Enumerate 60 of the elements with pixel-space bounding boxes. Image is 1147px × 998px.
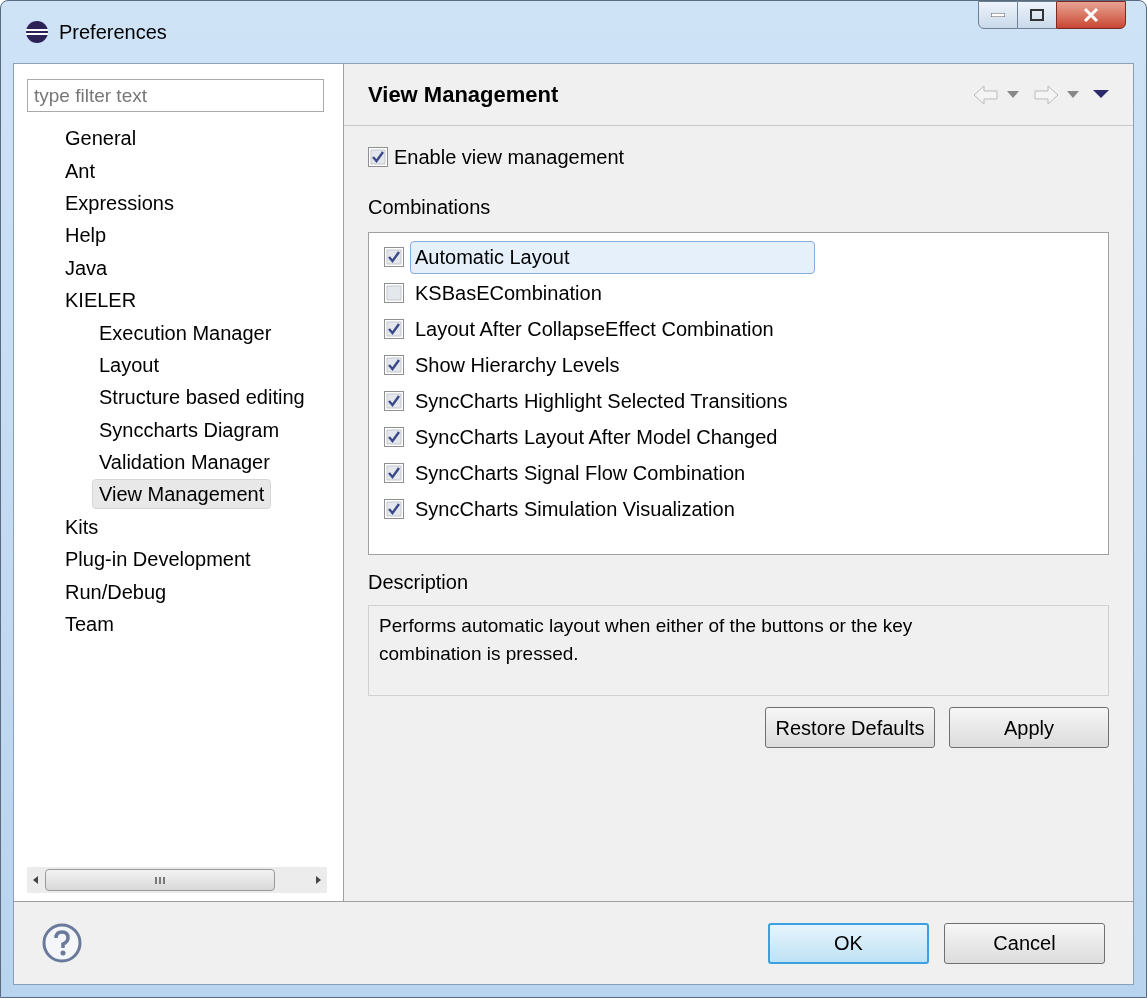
- horizontal-scrollbar[interactable]: [27, 867, 327, 893]
- tree-item[interactable]: Expressions: [64, 187, 175, 218]
- grip-icon: [155, 875, 165, 885]
- dropdown-icon[interactable]: [1067, 90, 1079, 99]
- combination-item[interactable]: Layout After CollapseEffect Combination: [410, 314, 779, 344]
- close-button[interactable]: [1056, 1, 1126, 29]
- dropdown-icon[interactable]: [1007, 90, 1019, 99]
- minimize-icon: [991, 13, 1005, 17]
- minimize-button[interactable]: [978, 1, 1018, 29]
- page-title: View Management: [368, 81, 560, 109]
- tree-item[interactable]: Layout: [98, 349, 161, 380]
- tree-item[interactable]: Kits: [64, 511, 100, 542]
- checkbox[interactable]: [384, 319, 404, 339]
- page-button[interactable]: Apply: [949, 707, 1109, 748]
- tree-item[interactable]: Java: [64, 252, 109, 283]
- tree-item[interactable]: Validation Manager: [98, 447, 271, 478]
- checkbox[interactable]: [384, 355, 404, 375]
- maximize-icon: [1030, 9, 1044, 21]
- tree-item[interactable]: General: [64, 123, 138, 154]
- dialog-button[interactable]: Cancel: [944, 922, 1105, 964]
- checkbox[interactable]: [384, 283, 404, 303]
- tree-item[interactable]: Ant: [64, 155, 97, 186]
- tree-item[interactable]: KIELER: [64, 285, 138, 316]
- window-title: Preferences: [59, 20, 167, 45]
- tree-item[interactable]: Help: [64, 220, 108, 251]
- page-button[interactable]: Restore Defaults: [765, 707, 935, 748]
- section-label: Description: [368, 570, 470, 595]
- tree-item[interactable]: Synccharts Diagram: [98, 414, 281, 445]
- maximize-button[interactable]: [1018, 1, 1056, 29]
- combination-item[interactable]: Show Hierarchy Levels: [410, 350, 625, 380]
- section-label: Combinations: [368, 195, 492, 220]
- tree-item[interactable]: Run/Debug: [64, 576, 168, 607]
- tree-item[interactable]: View Management: [92, 479, 272, 510]
- checkbox[interactable]: [384, 391, 404, 411]
- tree-item[interactable]: Structure based editing: [98, 382, 306, 413]
- combination-item[interactable]: SyncCharts Simulation Visualization: [410, 494, 740, 524]
- eclipse-logo-icon: [25, 20, 49, 44]
- combination-item[interactable]: SyncCharts Highlight Selected Transitions: [410, 386, 793, 416]
- checkbox[interactable]: [368, 147, 388, 167]
- combination-item[interactable]: Automatic Layout: [410, 240, 815, 274]
- tree-item[interactable]: Team: [64, 609, 115, 640]
- checkbox[interactable]: [384, 463, 404, 483]
- tree-item[interactable]: Execution Manager: [98, 317, 273, 348]
- dialog-button[interactable]: OK: [768, 922, 929, 964]
- checkbox-label[interactable]: Enable view management: [394, 142, 625, 172]
- help-icon[interactable]: [42, 923, 82, 963]
- view-menu-icon[interactable]: [1093, 90, 1109, 99]
- scroll-left-icon[interactable]: [31, 875, 39, 885]
- description-text: Performs automatic layout when either of the buttons or the key combination is pressed.: [368, 605, 1109, 696]
- checkbox[interactable]: [384, 427, 404, 447]
- checkbox[interactable]: [384, 499, 404, 519]
- scroll-right-icon[interactable]: [315, 875, 323, 885]
- close-icon: [1083, 8, 1099, 22]
- checkbox[interactable]: [384, 247, 404, 267]
- combination-item[interactable]: SyncCharts Signal Flow Combination: [410, 458, 751, 488]
- tree-item[interactable]: Plug-in Development: [64, 544, 252, 575]
- scroll-thumb[interactable]: [45, 869, 275, 891]
- combination-item[interactable]: KSBasECombination: [410, 278, 607, 308]
- filter-field[interactable]: type filter text: [27, 79, 324, 112]
- combination-item[interactable]: SyncCharts Layout After Model Changed: [410, 422, 783, 452]
